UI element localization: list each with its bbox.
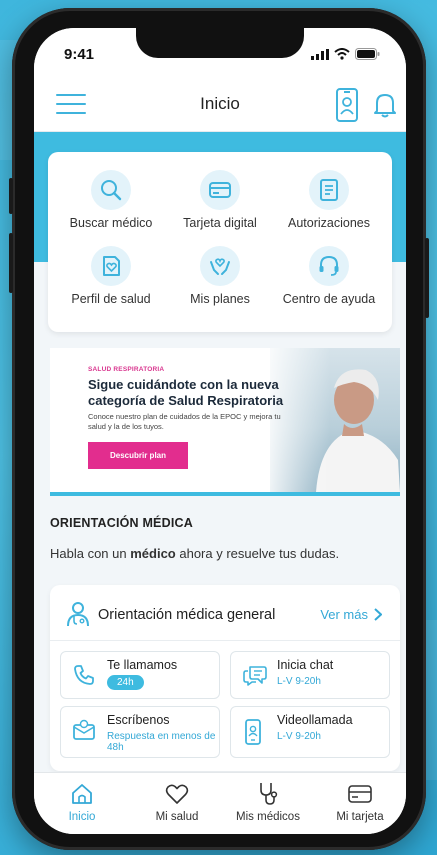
- option-call-back[interactable]: Te llamamos 24h: [60, 651, 220, 699]
- quick-action-label: Centro de ayuda: [282, 292, 376, 306]
- quick-action-mis-planes[interactable]: Mis planes: [163, 246, 277, 306]
- availability-badge: 24h: [107, 675, 144, 690]
- document-icon: [309, 170, 349, 210]
- tab-label: Mi tarjeta: [336, 811, 384, 823]
- option-title: Te llamamos: [107, 658, 178, 672]
- phone-screen: 9:41 Inicio Buscar médico Tarjeta digita…: [34, 28, 406, 834]
- banner-title: Sigue cuidándote con la nueva categoría …: [88, 377, 284, 408]
- quick-action-centro-de-ayuda[interactable]: Centro de ayuda: [272, 246, 386, 306]
- video-call-icon: [245, 719, 261, 745]
- option-write-us[interactable]: Escríbenos Respuesta en menos de 48h: [60, 706, 220, 758]
- quick-action-label: Perfil de salud: [71, 292, 151, 306]
- app-header: Inicio: [34, 76, 406, 132]
- tab-inicio[interactable]: Inicio: [37, 781, 127, 823]
- promo-banner[interactable]: SALUD RESPIRATORIA Sigue cuidándote con …: [50, 348, 400, 496]
- heart-icon: [132, 781, 222, 807]
- card-icon: [200, 170, 240, 210]
- bottom-tab-bar: Inicio Mi salud Mis médicos Mi tarjeta: [34, 772, 406, 834]
- notch: [136, 28, 304, 58]
- card-icon: [315, 781, 405, 807]
- status-time: 9:41: [64, 46, 95, 63]
- option-video-call[interactable]: Videollamada L-V 9-20h: [230, 706, 390, 758]
- card-title: Orientación médica general: [98, 607, 276, 623]
- hands-heart-icon: [200, 246, 240, 286]
- banner-eyebrow: SALUD RESPIRATORIA: [88, 366, 165, 373]
- tab-label: Inicio: [68, 811, 96, 823]
- option-subtitle: L-V 9-20h: [277, 676, 321, 687]
- health-profile-icon: [91, 246, 131, 286]
- section-title: ORIENTACIÓN MÉDICA: [50, 516, 193, 530]
- card-header: Orientación médica general Ver más: [50, 585, 400, 641]
- quick-action-autorizaciones[interactable]: Autorizaciones: [272, 170, 386, 230]
- section-description-text: Habla con un: [50, 546, 131, 561]
- option-subtitle: Respuesta en menos de 48h: [107, 731, 216, 753]
- side-button: [9, 233, 13, 293]
- option-start-chat[interactable]: Inicia chat L-V 9-20h: [230, 651, 390, 699]
- wifi-icon: [334, 48, 350, 60]
- see-more-label: Ver más: [320, 607, 368, 622]
- quick-action-perfil-de-salud[interactable]: Perfil de salud: [54, 246, 168, 306]
- tab-mi-tarjeta[interactable]: Mi tarjeta: [315, 781, 405, 823]
- phone-icon: [74, 665, 94, 685]
- battery-icon: [355, 48, 380, 60]
- signal-icon: [311, 48, 329, 60]
- section-description: Habla con un médico ahora y resuelve tus…: [50, 546, 339, 561]
- chevron-right-icon: [374, 608, 382, 621]
- quick-action-label: Autorizaciones: [288, 216, 370, 230]
- quick-actions-card: Buscar médico Tarjeta digital Autorizaci…: [48, 152, 392, 332]
- quick-action-tarjeta-digital[interactable]: Tarjeta digital: [163, 170, 277, 230]
- quick-action-buscar-medico[interactable]: Buscar médico: [54, 170, 168, 230]
- banner-description: Conoce nuestro plan de cuidados de la EP…: [88, 412, 281, 431]
- status-icons: [311, 48, 380, 60]
- email-icon: [73, 719, 95, 740]
- headset-icon: [309, 246, 349, 286]
- side-button: [9, 178, 13, 214]
- tab-label: Mis médicos: [236, 811, 300, 823]
- search-icon: [91, 170, 131, 210]
- section-description-text: ahora y resuelve tus dudas.: [175, 546, 340, 561]
- section-description-bold: médico: [130, 546, 176, 561]
- quick-action-label: Mis planes: [190, 292, 250, 306]
- stethoscope-icon: [223, 781, 313, 807]
- tab-label: Mi salud: [155, 811, 199, 823]
- option-subtitle: L-V 9-20h: [277, 731, 321, 742]
- phone-doctor-icon[interactable]: [335, 88, 359, 122]
- discover-plan-button[interactable]: Descubrir plan: [88, 442, 188, 469]
- side-button: [425, 238, 429, 318]
- option-title: Escríbenos: [107, 713, 170, 727]
- see-more-link[interactable]: Ver más: [320, 607, 382, 622]
- tab-mi-salud[interactable]: Mi salud: [132, 781, 222, 823]
- chat-icon: [243, 666, 267, 686]
- tab-mis-medicos[interactable]: Mis médicos: [223, 781, 313, 823]
- doctor-icon: [67, 602, 89, 627]
- quick-action-label: Tarjeta digital: [183, 216, 257, 230]
- option-title: Videollamada: [277, 713, 353, 727]
- notification-bell-icon[interactable]: [374, 92, 396, 118]
- option-title: Inicia chat: [277, 658, 334, 672]
- quick-action-label: Buscar médico: [69, 216, 153, 230]
- home-icon: [37, 781, 127, 807]
- medical-orientation-card: Orientación médica general Ver más Te ll…: [50, 585, 400, 771]
